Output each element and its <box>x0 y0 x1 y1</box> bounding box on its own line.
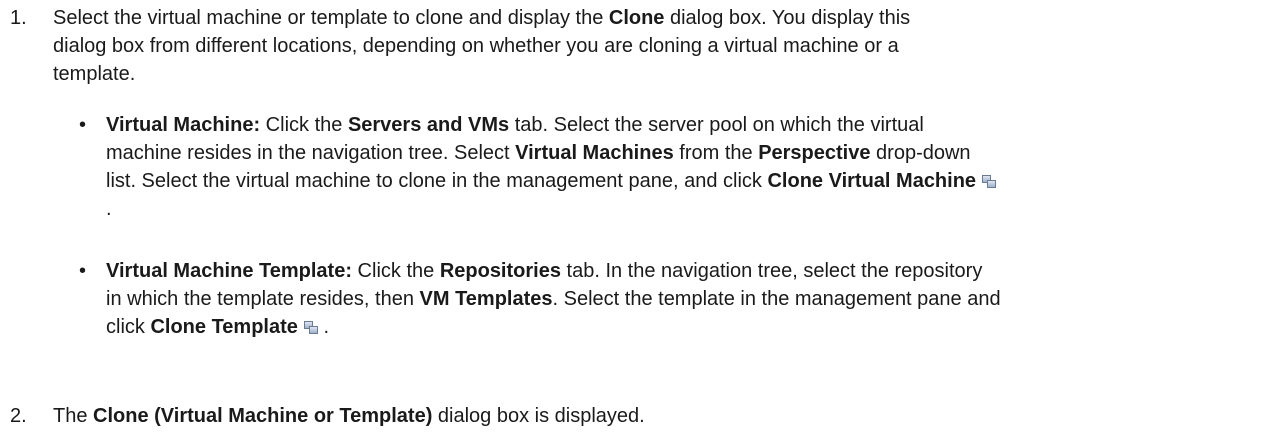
clone-vm-icon <box>982 175 997 188</box>
step-1-line-2: dialog box from different locations, dep… <box>53 35 899 57</box>
bullet-1-line-2: machine resides in the navigation tree. … <box>106 142 971 164</box>
step-1-line-3: template. <box>53 63 136 85</box>
bullet-2-line-1: Virtual Machine Template: Click the Repo… <box>106 260 983 282</box>
document-page: 1. Select the virtual machine or templat… <box>0 0 1275 437</box>
bullet-marker: • <box>79 114 87 136</box>
bullet-1-line-4: . <box>106 198 112 220</box>
step-2-line-1: The Clone (Virtual Machine or Template) … <box>53 405 645 427</box>
step-number: 1. <box>10 7 27 29</box>
clone-template-icon <box>303 321 318 334</box>
step-number: 2. <box>10 405 27 427</box>
bullet-1-line-3: list. Select the virtual machine to clon… <box>106 167 1266 195</box>
step-1-line-1: Select the virtual machine or template t… <box>53 7 911 29</box>
bullet-marker: • <box>79 260 87 282</box>
clone-dialog-term: Clone (Virtual Machine or Template) <box>93 405 433 427</box>
bullet-2-line-3: click Clone Template . <box>106 316 330 338</box>
clone-term: Clone <box>608 7 665 29</box>
bullet-2-line-2: in which the template resides, then VM T… <box>106 288 1001 310</box>
bullet-1-line-1: Virtual Machine: Click the Servers and V… <box>106 114 924 136</box>
